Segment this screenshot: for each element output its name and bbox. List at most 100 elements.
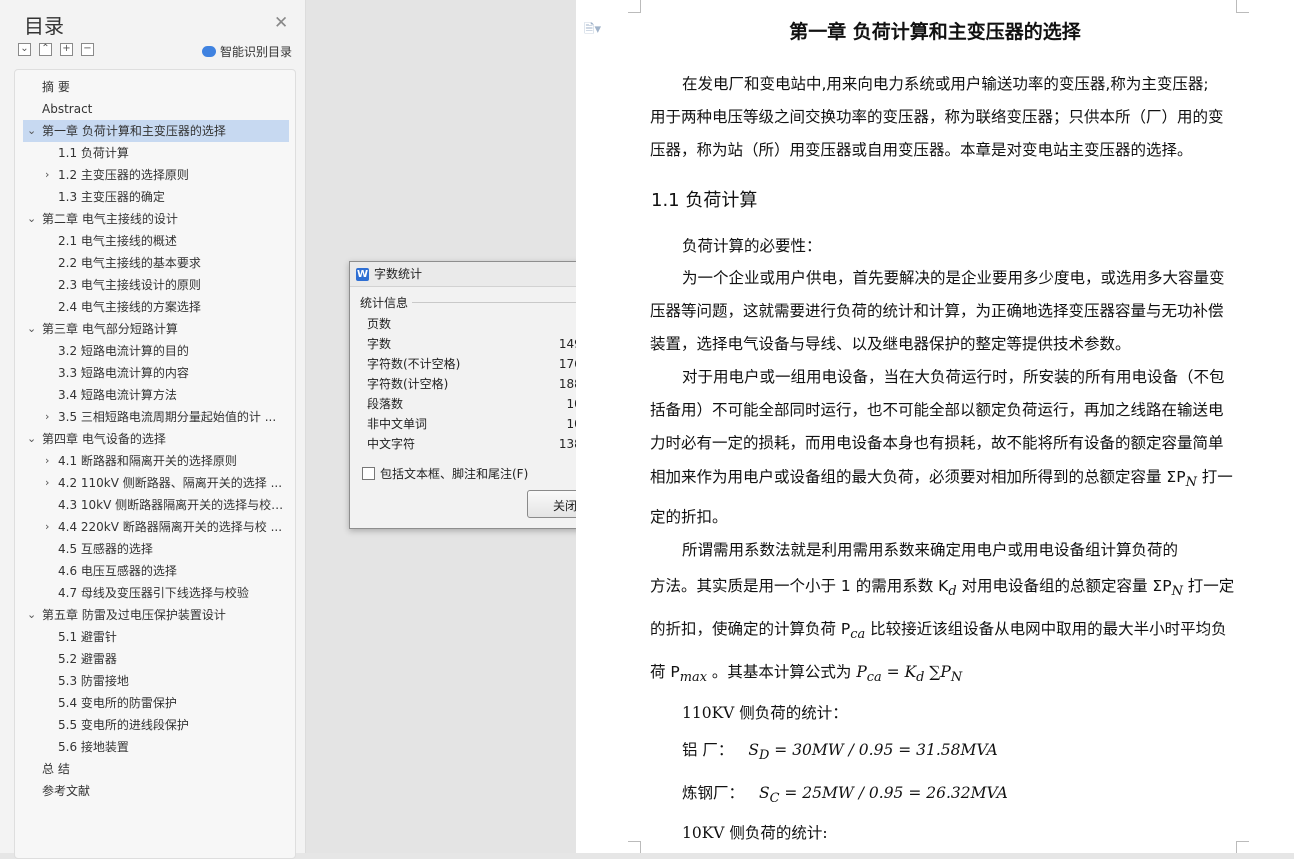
toc-item[interactable]: 摘 要 — [15, 76, 295, 98]
toc-item[interactable]: 2.2 电气主接线的基本要求 — [15, 252, 295, 274]
toc-item-label: 4.1 断路器和隔离开关的选择原则 — [58, 454, 237, 468]
toc-item[interactable]: 4.3 10kV 侧断路器隔离开关的选择与校 ... — [15, 494, 295, 516]
chevron-down-icon[interactable]: ⌄ — [27, 120, 36, 142]
toc-item[interactable]: 5.2 避雷器 — [15, 648, 295, 670]
paragraph-line: 力时必有一定的损耗，而用电设备本身也有损耗，故不能将所有设备的额定容量简单 — [650, 434, 1224, 452]
toc-item-label: 总 结 — [42, 762, 70, 776]
toc-item[interactable]: ⌄ 第三章 电气部分短路计算 — [15, 318, 295, 340]
toc-item[interactable]: 参考文献 — [15, 780, 295, 802]
toc-item[interactable]: 总 结 — [15, 758, 295, 780]
toc-item[interactable]: 5.6 接地装置 — [15, 736, 295, 758]
wps-logo-icon: W — [356, 267, 369, 281]
toc-item-label: 摘 要 — [42, 80, 70, 94]
stat-label: 字符数(计空格) — [367, 377, 449, 391]
toc-item[interactable]: 2.4 电气主接线的方案选择 — [15, 296, 295, 318]
toc-item-label: 3.5 三相短路电流周期分量起始值的计 ... — [58, 410, 277, 424]
toc-item-label: 2.3 电气主接线设计的原则 — [58, 278, 201, 292]
toc-item[interactable]: 3.3 短路电流计算的内容 — [15, 362, 295, 384]
chevron-right-icon[interactable]: › — [45, 164, 49, 186]
toc-toolbar: ⌄ ⌃ + − — [18, 43, 94, 56]
toc-item[interactable]: ⌄ 第一章 负荷计算和主变压器的选择 — [23, 120, 289, 142]
toc-item[interactable]: 3.4 短路电流计算方法 — [15, 384, 295, 406]
toc-item-label: 2.2 电气主接线的基本要求 — [58, 256, 201, 270]
toc-item[interactable]: 2.1 电气主接线的概述 — [15, 230, 295, 252]
expand-all-icon[interactable]: ⌃ — [39, 43, 52, 56]
add-level-icon[interactable]: + — [60, 43, 73, 56]
text-run: 打一定 — [1182, 577, 1235, 595]
toc-item[interactable]: 4.6 电压互感器的选择 — [15, 560, 295, 582]
toc-item[interactable]: › 4.2 110kV 侧断路器、隔离开关的选择 ... — [15, 472, 295, 494]
document-page[interactable]: 🗎▾ 第一章 负荷计算和主变压器的选择 在发电厂和变电站中,用来向电力系统或用户… — [576, 0, 1294, 853]
toc-item[interactable]: 5.4 变电所的防雷保护 — [15, 692, 295, 714]
chevron-down-icon[interactable]: ⌄ — [27, 604, 36, 626]
toc-item[interactable]: › 1.2 主变压器的选择原则 — [15, 164, 295, 186]
text-run: 对用电设备组的总额定容量 ΣP — [956, 577, 1172, 595]
toc-item-label: 5.6 接地装置 — [58, 740, 129, 754]
paragraph-line: 10KV 侧负荷的统计: — [682, 824, 828, 842]
toc-item[interactable]: 5.1 避雷针 — [15, 626, 295, 648]
include-textbox-checkbox[interactable] — [362, 467, 375, 480]
include-textbox-label: 包括文本框、脚注和尾注(F) — [380, 467, 529, 481]
paragraph-line: 为一个企业或用户供电，首先要解决的是企业要用多少度电，或选用多大容量变 — [682, 269, 1225, 287]
chevron-down-icon[interactable]: ⌄ — [27, 208, 36, 230]
paragraph-line: 的折扣，使确定的计算负荷 Pca 比较接近该组设备从电网中取用的最大半小时平均负 — [650, 617, 1227, 642]
paragraph-line: 括备用）不可能全部同时运行，也不可能全部以额定负荷运行，再加之线路在输送电 — [650, 401, 1224, 419]
toc-item[interactable]: 1.1 负荷计算 — [15, 142, 295, 164]
chevron-down-icon[interactable]: ⌄ — [27, 318, 36, 340]
formula-part: = K — [881, 663, 917, 681]
word-count-dialog: W 字数统计 ✕ 统计信息 页数53字数14934字符数(不计空格)17670字… — [349, 261, 614, 529]
chevron-right-icon[interactable]: › — [45, 406, 49, 428]
paragraph-line: 用于两种电压等级之间交换功率的变压器，称为联络变压器；只供本所（厂）用的变 — [650, 108, 1224, 126]
toc-item[interactable]: 4.5 互感器的选择 — [15, 538, 295, 560]
stat-row: 页数53 — [367, 314, 597, 334]
toc-item[interactable]: 5.3 防雷接地 — [15, 670, 295, 692]
smart-toc-label: 智能识别目录 — [220, 45, 293, 59]
toc-item-label: 4.2 110kV 侧断路器、隔离开关的选择 ... — [58, 476, 283, 490]
text-run: 方法。其实质是用一个小于 1 的需用系数 K — [650, 577, 949, 595]
paragraph-line: 负荷计算的必要性： — [682, 237, 822, 255]
chevron-right-icon[interactable]: › — [45, 516, 49, 538]
toc-item[interactable]: 5.5 变电所的进线段保护 — [15, 714, 295, 736]
stats-table: 页数53字数14934字符数(不计空格)17670字符数(计空格)18891段落… — [367, 314, 597, 454]
toc-item-label: 4.4 220kV 断路器隔离开关的选择与校 ... — [58, 520, 283, 534]
toc-item-label: 1.3 主变压器的确定 — [58, 190, 165, 204]
toc-item[interactable]: 1.3 主变压器的确定 — [15, 186, 295, 208]
toc-item-label: 5.1 避雷针 — [58, 630, 117, 644]
text-run: 荷 P — [650, 663, 680, 681]
toc-item[interactable]: › 4.1 断路器和隔离开关的选择原则 — [15, 450, 295, 472]
formula-part: S — [758, 784, 770, 802]
paragraph-line: 装置，选择电气设备与导线、以及继电器保护的整定等提供技术参数。 — [650, 335, 1131, 353]
toc-item-label: 第一章 负荷计算和主变压器的选择 — [42, 124, 226, 138]
collapse-all-icon[interactable]: ⌄ — [18, 43, 31, 56]
toc-item-label: 2.1 电气主接线的概述 — [58, 234, 177, 248]
toc-item-label: 第四章 电气设备的选择 — [42, 432, 166, 446]
toc-item[interactable]: ⌄ 第四章 电气设备的选择 — [15, 428, 295, 450]
stats-group-label: 统计信息 — [360, 296, 409, 310]
close-icon[interactable]: ✕ — [274, 13, 288, 33]
formula-part: P — [856, 663, 867, 681]
paragraph-line: 在发电厂和变电站中,用来向电力系统或用户输送功率的变压器,称为主变压器; — [682, 75, 1209, 93]
toc-item[interactable]: 4.7 母线及变压器引下线选择与校验 — [15, 582, 295, 604]
paragraph-line: 对于用电户或一组用电设备，当在大负荷运行时，所安装的所有用电设备（不包 — [682, 368, 1225, 386]
toc-item[interactable]: 2.3 电气主接线设计的原则 — [15, 274, 295, 296]
stat-label: 非中文单词 — [367, 417, 428, 431]
toc-item[interactable]: ⌄ 第二章 电气主接线的设计 — [15, 208, 295, 230]
stat-label: 中文字符 — [367, 437, 416, 451]
formula-line: 炼钢厂： SC = 25MW / 0.95 = 26.32MVA — [682, 781, 1008, 806]
toc-item[interactable]: 3.2 短路电流计算的目的 — [15, 340, 295, 362]
toc-item[interactable]: Abstract — [15, 98, 295, 120]
remove-level-icon[interactable]: − — [81, 43, 94, 56]
smart-toc-button[interactable]: 智能识别目录 — [202, 43, 292, 60]
toc-item[interactable]: › 4.4 220kV 断路器隔离开关的选择与校 ... — [15, 516, 295, 538]
subscript: ca — [866, 670, 882, 686]
chevron-right-icon[interactable]: › — [45, 472, 49, 494]
text-run: 打一 — [1196, 468, 1233, 486]
toc-item-label: 5.4 变电所的防雷保护 — [58, 696, 177, 710]
toc-item[interactable]: ⌄ 第五章 防雷及过电压保护装置设计 — [15, 604, 295, 626]
toc-item[interactable]: › 3.5 三相短路电流周期分量起始值的计 ... — [15, 406, 295, 428]
toc-item-label: 3.2 短路电流计算的目的 — [58, 344, 189, 358]
chevron-right-icon[interactable]: › — [45, 450, 49, 472]
stat-row: 中文字符13862 — [367, 434, 597, 454]
chevron-down-icon[interactable]: ⌄ — [27, 428, 36, 450]
include-textbox-option[interactable]: 包括文本框、脚注和尾注(F) — [362, 465, 528, 482]
